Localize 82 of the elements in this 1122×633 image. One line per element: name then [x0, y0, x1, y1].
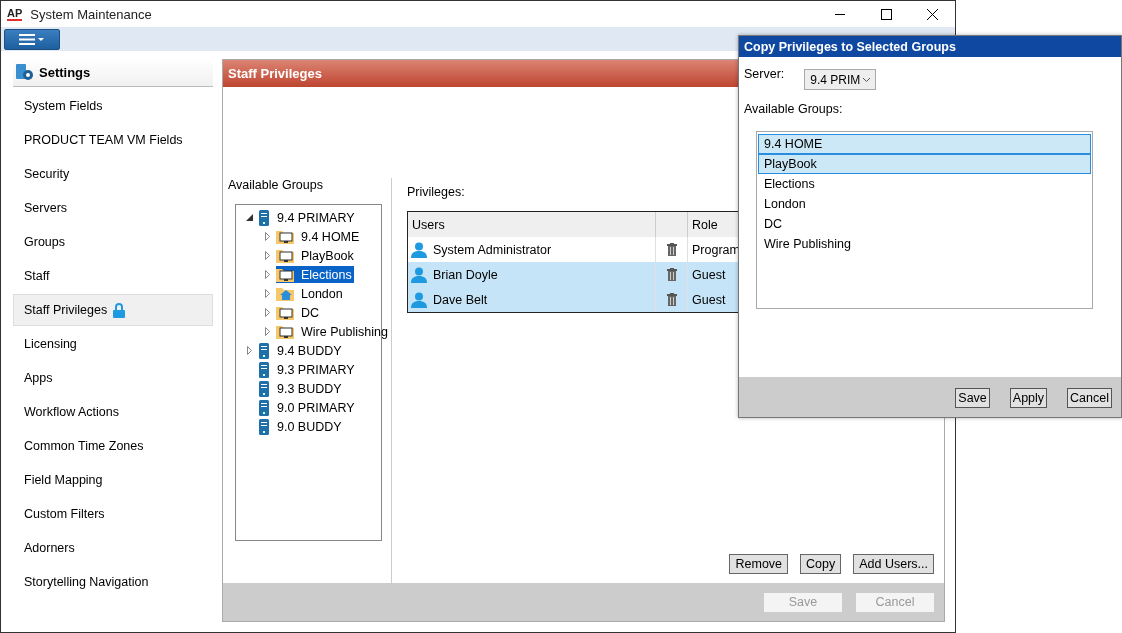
server-icon — [258, 399, 270, 416]
minimize-icon — [835, 13, 845, 15]
action-button[interactable]: Add Users... — [853, 554, 934, 574]
sidebar-item[interactable]: Common Time Zones — [13, 430, 213, 462]
tree-item[interactable]: 9.4 HOME — [276, 228, 362, 245]
group-item[interactable]: PlayBook — [758, 154, 1091, 174]
expanded-arrow-icon[interactable] — [245, 214, 253, 221]
server-icon — [258, 209, 270, 226]
sidebar-item[interactable]: Servers — [13, 192, 213, 224]
user-name: Brian Doyle — [433, 267, 498, 282]
tree-item[interactable]: London — [276, 285, 345, 302]
user-icon — [411, 241, 427, 258]
server-icon — [258, 342, 270, 359]
server-icon — [258, 418, 270, 435]
user-icon — [411, 291, 427, 308]
group-item[interactable]: Elections — [758, 174, 1091, 194]
tree-item[interactable]: 9.3 PRIMARY — [258, 360, 357, 379]
sidebar-item[interactable]: Workflow Actions — [13, 396, 213, 428]
collapsed-arrow-icon[interactable] — [264, 327, 270, 336]
collapsed-arrow-icon[interactable] — [264, 270, 270, 279]
user-name: System Administrator — [433, 242, 552, 257]
sidebar-item[interactable]: PRODUCT TEAM VM Fields — [13, 124, 213, 156]
server-dropdown[interactable]: 9.4 PRIM — [804, 69, 877, 90]
sidebar-item[interactable]: Groups — [13, 226, 213, 258]
tree-item[interactable]: 9.4 BUDDY — [258, 341, 344, 360]
collapsed-arrow-icon[interactable] — [264, 308, 270, 317]
maximize-icon — [880, 8, 892, 20]
action-button[interactable]: Remove — [729, 554, 789, 574]
caret-icon — [863, 77, 871, 82]
tree-item[interactable]: 9.3 BUDDY — [258, 379, 344, 398]
dialog-title: Copy Privileges to Selected Groups — [739, 36, 1121, 57]
window-title: System Maintenance — [30, 6, 152, 22]
trash-icon[interactable] — [666, 268, 677, 281]
collapsed-arrow-icon[interactable] — [264, 251, 270, 260]
server-label: Server: — [744, 67, 785, 81]
tree-item[interactable]: Wire Publishing — [276, 323, 390, 340]
tree-item[interactable]: DC — [276, 304, 322, 321]
close-icon — [926, 8, 938, 20]
tree-item[interactable]: PlayBook — [276, 247, 356, 264]
sidebar-title: Settings — [39, 65, 91, 80]
group-item[interactable]: 9.4 HOME — [758, 134, 1091, 154]
groups-label: Available Groups — [228, 178, 323, 192]
tree-item[interactable]: 9.4 PRIMARY — [258, 208, 357, 227]
sidebar-item[interactable]: Security — [13, 158, 213, 190]
sidebar-item[interactable]: Adorners — [13, 532, 213, 564]
collapsed-arrow-icon[interactable] — [264, 232, 270, 241]
user-name: Dave Belt — [433, 292, 488, 307]
trash-icon[interactable] — [666, 243, 677, 256]
app-logo: AP — [7, 7, 23, 21]
user-icon — [411, 266, 427, 283]
sidebar-item[interactable]: Staff Privileges — [13, 294, 213, 326]
folder-monitor-icon — [276, 267, 294, 282]
server-icon — [258, 380, 270, 397]
dialog-button[interactable]: Cancel — [1067, 388, 1112, 408]
trash-icon[interactable] — [666, 293, 677, 306]
tree-item[interactable]: Elections — [276, 266, 354, 283]
tree-item[interactable]: 9.0 BUDDY — [258, 417, 344, 436]
sidebar-item[interactable]: Custom Filters — [13, 498, 213, 530]
menu-icon — [17, 32, 47, 46]
folder-home-icon — [276, 286, 294, 301]
sidebar-item[interactable]: Staff — [13, 260, 213, 292]
collapsed-arrow-icon[interactable] — [246, 346, 252, 355]
folder-monitor-icon — [276, 324, 294, 339]
dialog-button[interactable]: Save — [955, 388, 990, 408]
sidebar-item[interactable]: Apps — [13, 362, 213, 394]
folder-monitor-icon — [276, 305, 294, 320]
sidebar-item[interactable]: Field Mapping — [13, 464, 213, 496]
sidebar-item[interactable]: Storytelling Navigation — [13, 566, 213, 598]
action-button[interactable]: Copy — [800, 554, 842, 574]
tree-item[interactable]: 9.0 PRIMARY — [258, 398, 357, 417]
collapsed-arrow-icon[interactable] — [264, 289, 270, 298]
group-item[interactable]: London — [758, 194, 1091, 214]
groups-label: Available Groups: — [744, 102, 844, 116]
folder-monitor-icon — [276, 229, 294, 244]
sidebar-item[interactable]: System Fields — [13, 90, 213, 122]
settings-icon — [16, 64, 34, 81]
server-icon — [258, 361, 270, 378]
dialog-button[interactable]: Apply — [1009, 388, 1048, 408]
menu-button[interactable] — [4, 28, 60, 50]
privileges-label: Privileges: — [407, 185, 465, 199]
sidebar-item[interactable]: Licensing — [13, 328, 213, 360]
folder-monitor-icon — [276, 248, 294, 263]
